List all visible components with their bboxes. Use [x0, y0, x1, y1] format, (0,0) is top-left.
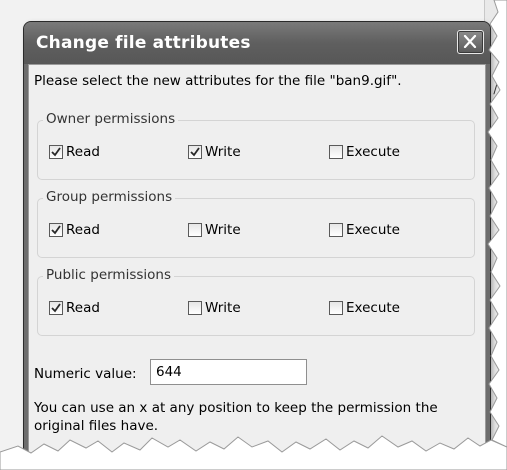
public-permissions-group: Public permissions Read Write Execute — [37, 267, 475, 336]
group-permissions-group: Group permissions Read Write Execute — [37, 189, 475, 258]
intro-text: Please select the new attributes for the… — [34, 73, 402, 89]
hint-text: You can use an x at any position to keep… — [34, 400, 438, 434]
owner-execute-checkbox[interactable]: Execute — [329, 143, 400, 161]
checkbox-box[interactable] — [329, 301, 343, 315]
close-icon — [463, 35, 477, 48]
checkbox-box[interactable] — [49, 223, 63, 237]
checkbox-box[interactable] — [188, 223, 202, 237]
checkmark-icon — [51, 303, 61, 313]
group-read-checkbox[interactable]: Read — [49, 221, 100, 239]
checkbox-label: Read — [66, 144, 100, 160]
close-button[interactable] — [457, 30, 484, 54]
background-text: s — [498, 200, 505, 214]
group-label: Group permissions — [43, 189, 176, 205]
group-execute-checkbox[interactable]: Execute — [329, 221, 400, 239]
screenshot: as /1 s s Change file attributes Please … — [0, 0, 507, 470]
owner-permissions-group: Owner permissions Read Write Execute — [37, 111, 475, 180]
owner-write-checkbox[interactable]: Write — [188, 143, 241, 161]
checkbox-label: Execute — [346, 300, 400, 316]
checkmark-icon — [190, 147, 200, 157]
group-label: Public permissions — [43, 267, 175, 283]
background-text: as — [491, 38, 505, 52]
numeric-value-label: Numeric value: — [34, 366, 137, 382]
background-text: /1 — [493, 82, 505, 96]
public-execute-checkbox[interactable]: Execute — [329, 299, 400, 317]
checkbox-label: Read — [66, 300, 100, 316]
checkbox-label: Write — [205, 144, 241, 160]
checkbox-box[interactable] — [49, 301, 63, 315]
public-read-checkbox[interactable]: Read — [49, 299, 100, 317]
checkbox-box[interactable] — [188, 301, 202, 315]
checkbox-label: Read — [66, 222, 100, 238]
checkmark-icon — [51, 147, 61, 157]
checkbox-label: Execute — [346, 144, 400, 160]
group-write-checkbox[interactable]: Write — [188, 221, 241, 239]
background-text: s — [498, 428, 505, 442]
numeric-value-input[interactable] — [150, 359, 307, 385]
public-write-checkbox[interactable]: Write — [188, 299, 241, 317]
ok-button[interactable]: OK — [145, 452, 233, 470]
cancel-button[interactable]: Cancel — [265, 452, 353, 470]
owner-read-checkbox[interactable]: Read — [49, 143, 100, 161]
checkbox-label: Execute — [346, 222, 400, 238]
checkbox-box[interactable] — [329, 223, 343, 237]
checkmark-icon — [51, 225, 61, 235]
checkbox-box[interactable] — [188, 145, 202, 159]
checkbox-label: Write — [205, 222, 241, 238]
title-bar[interactable]: Change file attributes — [24, 22, 490, 64]
checkbox-label: Write — [205, 300, 241, 316]
dialog-body: Please select the new attributes for the… — [28, 64, 486, 470]
checkbox-box[interactable] — [329, 145, 343, 159]
checkbox-box[interactable] — [49, 145, 63, 159]
dialog-title: Change file attributes — [36, 33, 251, 53]
change-file-attributes-dialog: Change file attributes Please select the… — [24, 22, 490, 470]
group-label: Owner permissions — [43, 111, 179, 127]
